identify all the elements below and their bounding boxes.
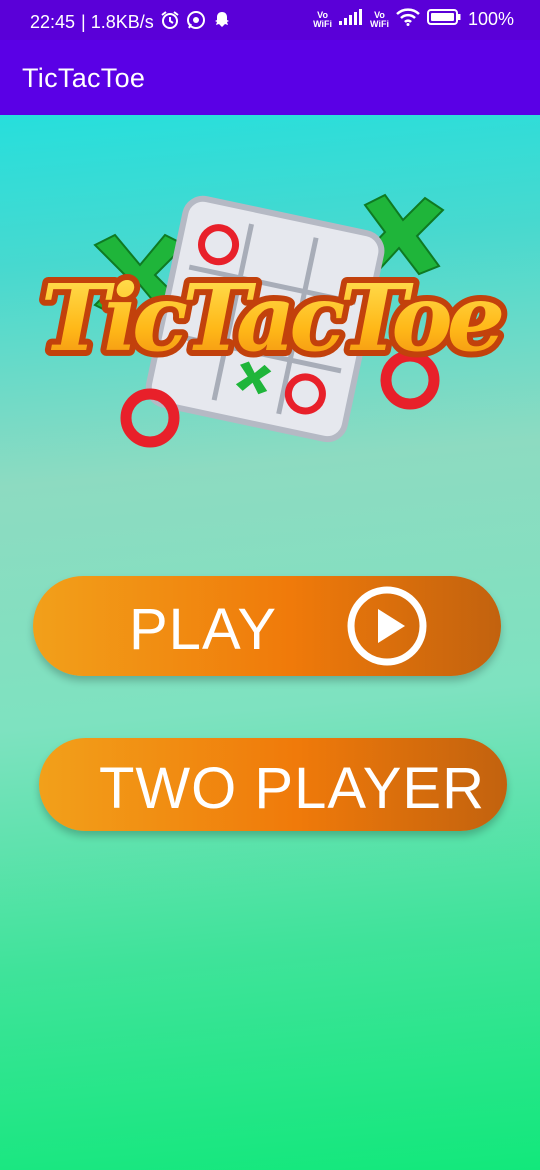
- logo-text: TicTacToe: [41, 264, 502, 372]
- alarm-icon: [160, 10, 180, 35]
- app-bar: TicTacToe: [0, 40, 540, 115]
- status-left: 22:45 | 1.8KB/s: [30, 10, 232, 35]
- snapchat-icon: [212, 10, 232, 35]
- volte-wifi-icon-2: Vo WiFi: [370, 9, 389, 29]
- red-o-icon: [120, 388, 180, 448]
- two-player-button-label: TWO PLAYER: [99, 756, 485, 821]
- play-button[interactable]: PLAY: [33, 576, 501, 676]
- tictactoe-logo: TicTacToe: [20, 185, 520, 455]
- wifi-icon: [396, 8, 420, 31]
- status-right: Vo WiFi Vo WiFi 100%: [313, 8, 514, 31]
- battery-percent: 100%: [467, 9, 514, 29]
- status-network-speed: | 1.8KB/s: [81, 12, 154, 32]
- play-circle-icon: [345, 584, 429, 668]
- signal-icon: [339, 9, 363, 30]
- whatsapp-icon: [186, 10, 206, 35]
- status-bar: 22:45 | 1.8KB/s Vo WiFi Vo WiFi 100%: [0, 0, 540, 40]
- play-button-label: PLAY: [129, 597, 278, 662]
- app-title: TicTacToe: [22, 63, 146, 93]
- battery-icon: [426, 9, 461, 30]
- status-time: 22:45: [30, 12, 76, 32]
- two-player-button[interactable]: TWO PLAYER: [39, 738, 507, 831]
- volte-wifi-icon-1: Vo WiFi: [313, 9, 333, 29]
